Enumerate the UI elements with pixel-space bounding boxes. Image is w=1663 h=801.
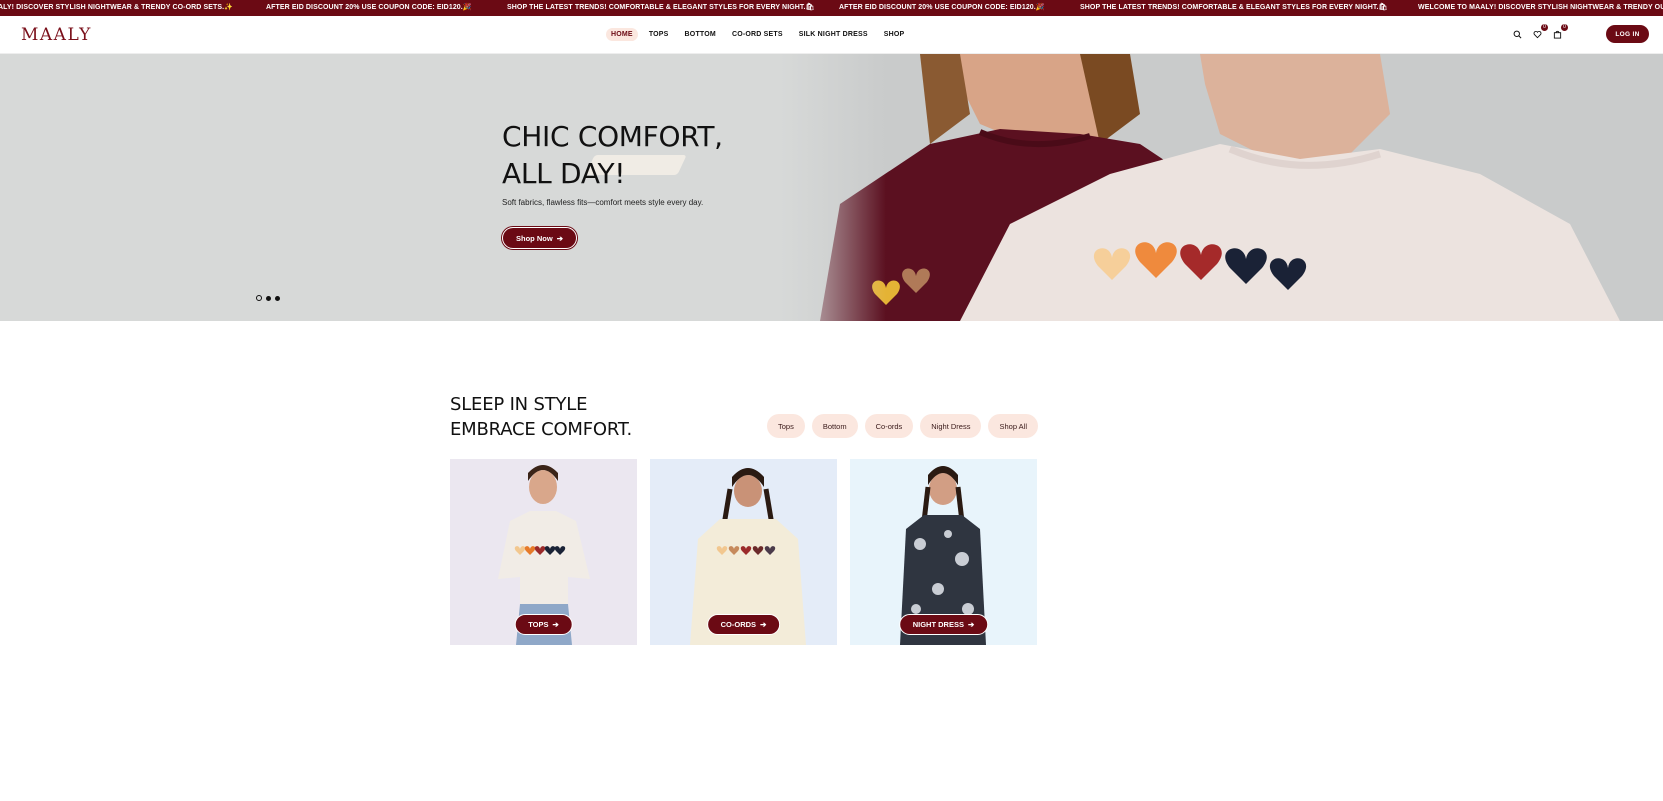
- nav-item-tops[interactable]: TOPS: [644, 28, 674, 41]
- cart-icon[interactable]: 0: [1551, 24, 1568, 40]
- category-card-co-ords[interactable]: CO-ORDS ➔: [650, 459, 837, 645]
- category-button-night-dress[interactable]: NIGHT DRESS ➔: [898, 614, 989, 635]
- nav-item-shop[interactable]: SHOP: [879, 28, 910, 41]
- announcement-text: WELCOME TO MAALY! DISCOVER STYLISH NIGHT…: [1418, 4, 1663, 11]
- wishlist-count-badge: 0: [1541, 24, 1548, 31]
- arrow-right-icon: ➔: [556, 233, 563, 243]
- arrow-right-icon: ➔: [967, 620, 975, 629]
- filter-co-ords[interactable]: Co-ords: [864, 414, 914, 438]
- header-actions: 0 0: [1511, 24, 1568, 40]
- slider-dot[interactable]: [256, 295, 262, 301]
- cart-count-badge: 0: [1561, 24, 1568, 31]
- category-button-tops[interactable]: TOPS ➔: [514, 614, 573, 635]
- login-button[interactable]: LOG IN: [1606, 25, 1649, 43]
- section-title-line: SLEEP IN STYLE: [450, 394, 588, 415]
- nav-item-co-ord-sets[interactable]: CO-ORD SETS: [727, 28, 788, 41]
- brand-logo[interactable]: MAALY: [21, 25, 92, 45]
- nav-item-silk-night-dress[interactable]: SILK NIGHT DRESS: [794, 28, 873, 41]
- filter-tops[interactable]: Tops: [767, 414, 805, 438]
- category-button-label: CO-ORDS: [720, 620, 757, 629]
- announcement-text: AFTER EID DISCOUNT 20% USE COUPON CODE: …: [266, 4, 472, 11]
- hero-banner: CHIC COMFORT, ALL DAY! Soft fabrics, fla…: [0, 54, 1663, 321]
- section-title: SLEEP IN STYLE EMBRACE COMFORT.: [450, 392, 632, 442]
- nav-item-home[interactable]: HOME: [606, 27, 638, 41]
- search-icon[interactable]: [1511, 28, 1523, 40]
- hero-subtitle: Soft fabrics, flawless fits—comfort meet…: [502, 198, 704, 207]
- hero-image: [780, 54, 1663, 321]
- shop-now-button[interactable]: Shop Now ➔: [502, 227, 577, 249]
- hero-title: CHIC COMFORT, ALL DAY!: [502, 118, 723, 192]
- category-card-night-dress[interactable]: NIGHT DRESS ➔: [850, 459, 1037, 645]
- announcement-bar: ALY! DISCOVER STYLISH NIGHTWEAR & TRENDY…: [0, 0, 1663, 16]
- heart-icon[interactable]: 0: [1531, 24, 1548, 40]
- category-button-label: TOPS: [528, 620, 549, 629]
- arrow-right-icon: ➔: [760, 620, 767, 629]
- main-nav: HOME TOPS BOTTOM CO-ORD SETS SILK NIGHT …: [606, 26, 909, 42]
- nav-item-bottom[interactable]: BOTTOM: [680, 28, 721, 41]
- category-button-label: NIGHT DRESS: [912, 620, 964, 629]
- category-card-tops[interactable]: TOPS ➔: [450, 459, 637, 645]
- site-header: MAALY HOME TOPS BOTTOM CO-ORD SETS SILK …: [0, 16, 1663, 54]
- slider-dots: [256, 295, 280, 301]
- hero-title-line: CHIC COMFORT,: [502, 120, 723, 153]
- filter-bottom[interactable]: Bottom: [811, 414, 858, 438]
- hero-title-line: ALL DAY!: [502, 157, 626, 190]
- category-filters: Tops Bottom Co-ords Night Dress Shop All: [767, 414, 1039, 438]
- announcement-text: AFTER EID DISCOUNT 20% USE COUPON CODE: …: [839, 4, 1045, 11]
- category-button-co-ords[interactable]: CO-ORDS ➔: [706, 614, 781, 635]
- category-cards: TOPS ➔ CO-ORDS ➔ NIGHT DRESS ➔: [450, 459, 1037, 645]
- announcement-text: ALY! DISCOVER STYLISH NIGHTWEAR & TRENDY…: [0, 4, 234, 11]
- filter-night-dress[interactable]: Night Dress: [920, 414, 982, 438]
- announcement-text: SHOP THE LATEST TRENDS! COMFORTABLE & EL…: [1080, 4, 1388, 11]
- slider-dot[interactable]: [275, 295, 280, 301]
- arrow-right-icon: ➔: [552, 620, 559, 629]
- section-title-line: EMBRACE COMFORT.: [450, 419, 633, 440]
- shop-now-label: Shop Now: [516, 233, 553, 243]
- filter-shop-all[interactable]: Shop All: [988, 414, 1039, 438]
- slider-dot[interactable]: [266, 295, 271, 301]
- announcement-text: SHOP THE LATEST TRENDS! COMFORTABLE & EL…: [507, 4, 815, 11]
